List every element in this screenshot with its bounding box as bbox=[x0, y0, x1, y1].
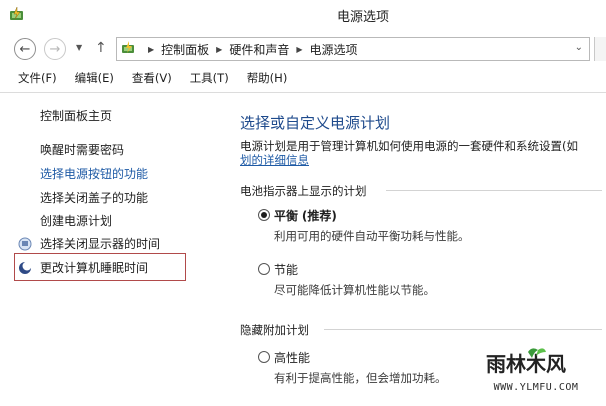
plan-high-performance-desc: 有利于提高性能，但会增加功耗。 bbox=[274, 371, 447, 385]
sidebar-item-power-button[interactable]: 选择电源按钮的功能 bbox=[40, 165, 148, 182]
menu-file[interactable]: 文件(F) bbox=[18, 70, 57, 86]
sidebar-item-control-panel-home[interactable]: 控制面板主页 bbox=[40, 107, 112, 124]
sidebar-item-lid-close[interactable]: 选择关闭盖子的功能 bbox=[40, 189, 148, 206]
sidebar-item-display-off-time[interactable]: 选择关闭显示器的时间 bbox=[40, 235, 160, 252]
breadcrumb-control-panel[interactable]: 控制面板 bbox=[161, 41, 209, 58]
menu-view[interactable]: 查看(V) bbox=[132, 70, 172, 86]
plan-high-performance-radio[interactable] bbox=[258, 351, 270, 363]
recent-locations-chevron-icon[interactable]: ▼ bbox=[76, 43, 82, 52]
watermark-logo-text: 雨林木风 bbox=[486, 352, 566, 376]
plan-power-saver-desc: 尽可能降低计算机性能以节能。 bbox=[274, 283, 435, 297]
section-battery-plans: 电池指示器上显示的计划 bbox=[240, 184, 367, 198]
sidebar-item-create-plan[interactable]: 创建电源计划 bbox=[40, 212, 112, 229]
window-title: 电源选项 bbox=[336, 10, 389, 25]
plan-power-saver-radio[interactable] bbox=[258, 263, 270, 275]
plan-balanced-name[interactable]: 平衡 (推荐) bbox=[274, 207, 337, 224]
arrow-left-icon: ← bbox=[19, 41, 31, 57]
forward-button[interactable]: → bbox=[44, 38, 66, 60]
menu-tools[interactable]: 工具(T) bbox=[190, 70, 229, 86]
task-pane: 控制面板主页 唤醒时需要密码 选择电源按钮的功能 选择关闭盖子的功能 创建电源计… bbox=[0, 93, 222, 406]
control-panel-icon bbox=[122, 41, 134, 53]
breadcrumb-power-options[interactable]: 电源选项 bbox=[310, 41, 358, 58]
arrow-right-icon: → bbox=[49, 41, 61, 57]
breadcrumb-separator-icon: ▶ bbox=[148, 44, 155, 54]
breadcrumb-hardware-sound[interactable]: 硬件和声音 bbox=[229, 41, 289, 58]
plan-balanced-label: 平衡 bbox=[274, 209, 299, 223]
watermark-url: WWW.YLMFU.COM bbox=[493, 382, 579, 393]
navigation-bar: ← → ▼ ↑ ▶ 控制面板 ▶ 硬件和声音 ▶ 电源选项 ⌄ bbox=[0, 34, 606, 64]
plan-balanced-radio[interactable] bbox=[258, 209, 270, 221]
plan-balanced-desc: 利用可用的硬件自动平衡功耗与性能。 bbox=[274, 229, 470, 243]
page-title: 选择或自定义电源计划 bbox=[240, 114, 391, 132]
moon-sleep-icon bbox=[19, 261, 32, 274]
menu-help[interactable]: 帮助(H) bbox=[247, 70, 288, 86]
sidebar-item-sleep-time[interactable]: 更改计算机睡眠时间 bbox=[40, 259, 148, 276]
up-level-button[interactable]: ↑ bbox=[95, 40, 107, 56]
menu-bar: 文件(F) 编辑(E) 查看(V) 工具(T) 帮助(H) bbox=[0, 66, 606, 90]
section-divider bbox=[386, 190, 602, 191]
breadcrumb-separator-icon: ▶ bbox=[216, 44, 223, 54]
address-dropdown-chevron-icon[interactable]: ⌄ bbox=[575, 42, 583, 53]
sidebar-item-wake-password[interactable]: 唤醒时需要密码 bbox=[40, 141, 124, 158]
section-divider bbox=[324, 329, 602, 330]
watermark: 雨林木风 WWW.YLMFU.COM bbox=[474, 340, 598, 402]
display-shield-icon bbox=[18, 237, 32, 251]
arrow-up-icon: ↑ bbox=[95, 40, 107, 56]
title-bar: 电源选项 bbox=[0, 0, 606, 32]
plan-info-link[interactable]: 划的详细信息 bbox=[240, 152, 309, 168]
plan-balanced-tag: (推荐) bbox=[301, 209, 337, 223]
back-button[interactable]: ← bbox=[14, 38, 36, 60]
section-hidden-plans-toggle[interactable]: 隐藏附加计划 bbox=[240, 322, 309, 338]
plan-high-performance-name[interactable]: 高性能 bbox=[274, 349, 310, 366]
watermark-logo: 雨林木风 bbox=[486, 348, 566, 376]
address-bar[interactable]: ▶ 控制面板 ▶ 硬件和声音 ▶ 电源选项 ⌄ bbox=[116, 37, 590, 61]
menu-edit[interactable]: 编辑(E) bbox=[75, 70, 114, 86]
refresh-button-edge[interactable] bbox=[594, 37, 606, 61]
breadcrumb-separator-icon: ▶ bbox=[296, 44, 303, 54]
plan-power-saver-name[interactable]: 节能 bbox=[274, 261, 298, 278]
